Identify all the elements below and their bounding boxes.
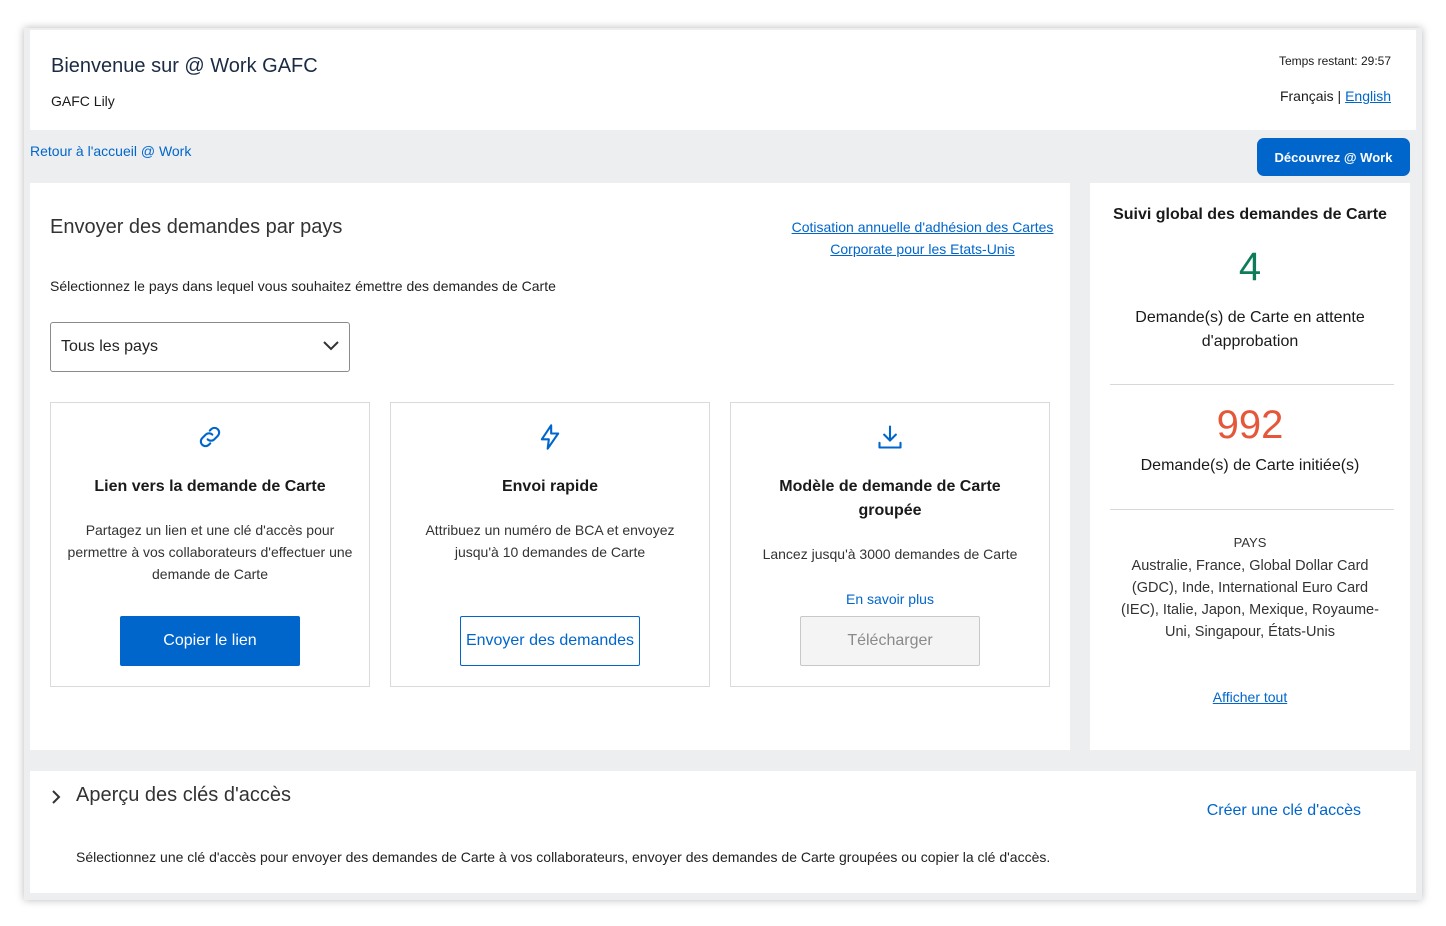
card-description: Lancez jusqu'à 3000 demandes de Carte [762,546,1018,562]
access-keys-description: Sélectionnez une clé d'accès pour envoye… [76,849,1051,865]
card-bulk-template: Modèle de demande de Carte groupée Lance… [730,402,1050,687]
download-button[interactable]: Télécharger [800,616,980,666]
app-window: Bienvenue sur @ Work GAFC GAFC Lily Temp… [24,28,1422,900]
lang-en-link[interactable]: English [1345,88,1391,104]
card-title: Lien vers la demande de Carte [94,478,326,495]
lang-fr[interactable]: Français [1280,88,1334,104]
pending-label: Demande(s) de Carte en attente d'approba… [1135,309,1365,350]
card-title: Modèle de demande de Carte groupée [779,478,1001,519]
card-link-request: Lien vers la demande de Carte Partagez u… [50,402,370,687]
card-title: Envoi rapide [501,478,599,495]
divider [1110,509,1394,510]
divider [1110,384,1394,385]
link-icon [51,423,369,456]
chevron-down-icon [323,338,339,356]
page-title: Bienvenue sur @ Work GAFC [51,55,318,77]
learn-more-link[interactable]: En savoir plus [731,591,1049,607]
access-keys-title[interactable]: Aperçu des clés d'accès [76,784,291,807]
section-title: Envoyer des demandes par pays [50,216,343,238]
initiated-label: Demande(s) de Carte initiée(s) [1140,457,1360,474]
language-switcher: Français | English [1280,88,1391,104]
lightning-icon [391,423,709,456]
lang-separator: | [1337,88,1342,104]
country-select-label: Sélectionnez le pays dans lequel vous so… [50,278,556,294]
create-access-key-link[interactable]: Créer une clé d'accès [1207,802,1361,820]
chevron-right-icon[interactable] [50,789,62,810]
country-select-value: Tous les pays [61,338,158,355]
session-timer: Temps restant: 29:57 [1278,54,1391,68]
discover-button[interactable]: Découvrez @ Work [1257,138,1410,176]
card-quick-send: Envoi rapide Attribuez un numéro de BCA … [390,402,710,687]
countries-list: Australie, France, Global Dollar Card (G… [1121,558,1379,640]
card-description: Attribuez un numéro de BCA et envoyez ju… [425,522,675,560]
send-requests-panel: Envoyer des demandes par pays Cotisation… [30,183,1070,750]
download-icon [731,423,1049,456]
pending-count: 4 [1238,245,1262,289]
global-tracking-panel: Suivi global des demandes de Carte 4 Dem… [1090,183,1410,750]
show-all-link[interactable]: Afficher tout [1090,689,1410,705]
copy-link-button[interactable]: Copier le lien [120,616,300,666]
header: Bienvenue sur @ Work GAFC GAFC Lily Temp… [30,30,1416,130]
back-home-link[interactable]: Retour à l'accueil @ Work [30,143,191,159]
tracking-title: Suivi global des demandes de Carte [1113,206,1387,223]
country-select[interactable]: Tous les pays [50,322,350,372]
user-name: GAFC Lily [51,93,115,109]
send-requests-button[interactable]: Envoyer des demandes [460,616,640,666]
card-description: Partagez un lien et une clé d'accès pour… [67,522,353,582]
access-keys-panel: Aperçu des clés d'accès Créer une clé d'… [30,771,1416,893]
countries-heading: PAYS [1233,535,1267,550]
initiated-count: 992 [1216,403,1284,447]
annual-fee-link[interactable]: Cotisation annuelle d'adhésion des Carte… [785,216,1060,260]
